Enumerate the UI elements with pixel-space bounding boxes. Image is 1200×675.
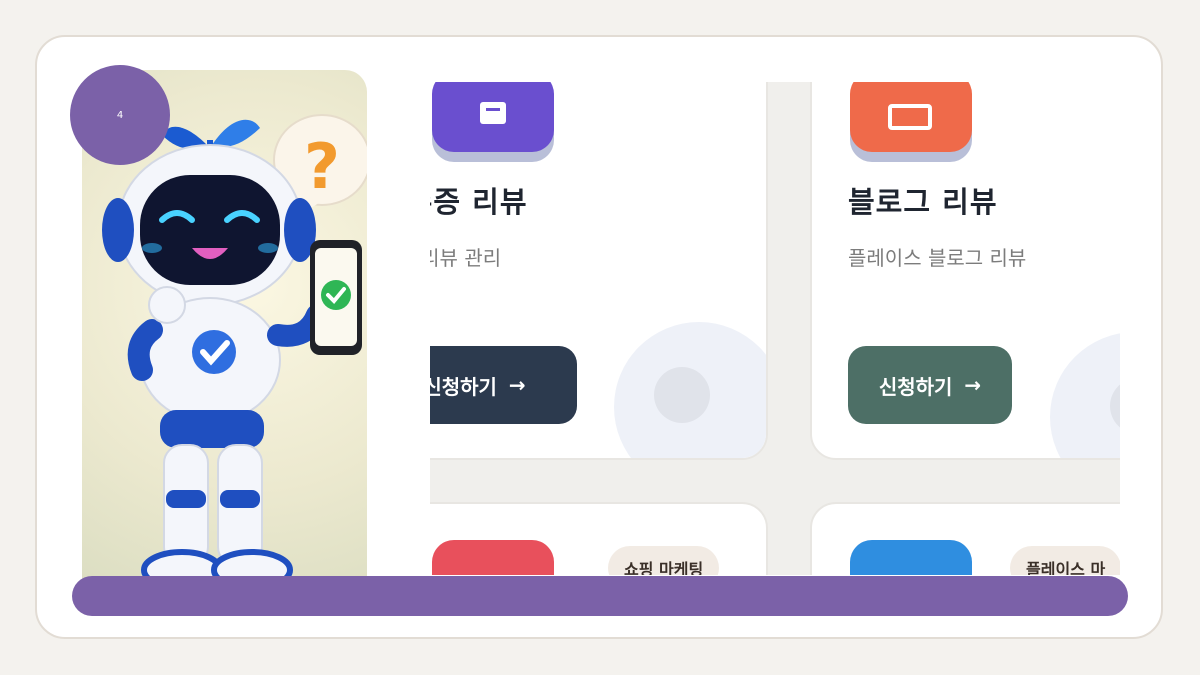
bottom-accent-bar xyxy=(72,576,1128,616)
edit-icon xyxy=(850,82,972,152)
page-number: 4 xyxy=(116,109,124,121)
shopping-icon xyxy=(432,540,554,575)
page-number-badge: 4 xyxy=(70,65,170,165)
card-blog-review: 블로그 리뷰 플레이스 블로그 리뷰 신청하기 → xyxy=(810,82,1120,460)
card-decoration xyxy=(1050,332,1120,458)
service-cards-view: 영수증 리뷰 주문 리뷰 관리 신청하기 → 블로그 리뷰 플레이스 블로그 리… xyxy=(430,82,1120,575)
place-icon xyxy=(850,540,972,575)
apply-button-label: 신청하기 xyxy=(430,374,497,399)
card-decoration-dot xyxy=(654,367,710,423)
card-receipt-review: 영수증 리뷰 주문 리뷰 관리 신청하기 → xyxy=(430,82,768,460)
svg-text:?: ? xyxy=(304,130,340,203)
card-subtitle: 주문 리뷰 관리 xyxy=(430,246,502,270)
apply-button[interactable]: 신청하기 → xyxy=(430,346,577,424)
apply-button[interactable]: 신청하기 → xyxy=(848,346,1012,424)
card-place-marketing: 플레이스 마 xyxy=(810,502,1120,575)
arrow-right-icon: → xyxy=(508,373,526,397)
card-subtitle: 플레이스 블로그 리뷰 xyxy=(848,246,1027,270)
card-title: 영수증 리뷰 xyxy=(430,185,528,219)
receipt-icon xyxy=(432,82,554,152)
card-title: 블로그 리뷰 xyxy=(848,185,998,219)
apply-button-label: 신청하기 xyxy=(878,374,953,399)
arrow-right-icon: → xyxy=(964,373,982,397)
card-shopping-marketing: 쇼핑 마케팅 xyxy=(430,502,768,575)
category-tag: 플레이스 마 xyxy=(1010,546,1120,575)
category-tag: 쇼핑 마케팅 xyxy=(608,546,720,575)
